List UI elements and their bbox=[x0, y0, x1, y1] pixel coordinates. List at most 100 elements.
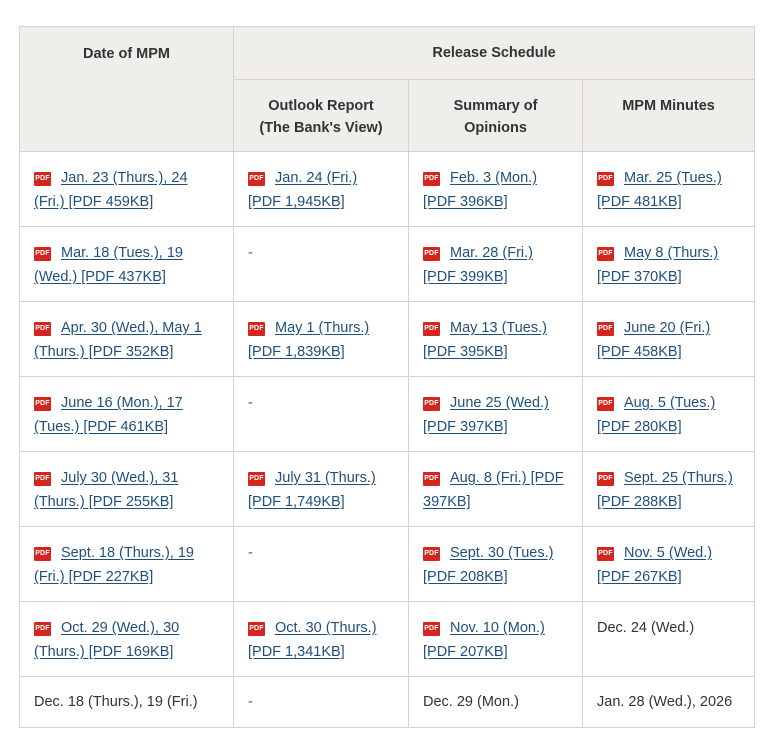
mpm-minutes-header: MPM Minutes bbox=[581, 79, 756, 152]
date-cell: Dec. 18 (Thurs.), 19 (Fri.) bbox=[19, 676, 234, 728]
no-outlook-dash: - bbox=[248, 545, 253, 561]
outlook-header-line1: Outlook Report bbox=[268, 98, 374, 114]
no-outlook-dash: - bbox=[248, 245, 253, 261]
summary-header-line1: Summary of bbox=[453, 98, 538, 114]
pdf-icon: PDF bbox=[423, 622, 440, 636]
date-cell: PDF July 30 (Wed.), 31 (Thurs.) [PDF 255K… bbox=[19, 451, 234, 527]
pdf-icon: PDF bbox=[34, 547, 51, 561]
pdf-icon: PDF bbox=[248, 622, 265, 636]
minutes-cell: PDF Mar. 25 (Tues.) [PDF 481KB] bbox=[581, 151, 756, 227]
pdf-icon: PDF bbox=[597, 547, 614, 561]
mpm-minutes-link[interactable]: Aug. 5 (Tues.) [PDF 280KB] bbox=[597, 395, 715, 435]
outlook-cell: - bbox=[233, 376, 409, 452]
mpm-minutes-link[interactable]: Nov. 5 (Wed.) [PDF 267KB] bbox=[597, 545, 712, 585]
summary-of-opinions-link[interactable]: Nov. 10 (Mon.) [PDF 207KB] bbox=[423, 620, 545, 660]
summary-date-text: Dec. 29 (Mon.) bbox=[423, 694, 519, 710]
outlook-cell: PDF Jan. 24 (Fri.) [PDF 1,945KB] bbox=[233, 151, 409, 227]
outlook-report-header: Outlook Report (The Bank's View) bbox=[233, 79, 409, 152]
pdf-icon: PDF bbox=[34, 397, 51, 411]
pdf-icon: PDF bbox=[423, 322, 440, 336]
pdf-icon: PDF bbox=[248, 322, 265, 336]
table-row: PDF July 30 (Wed.), 31 (Thurs.) [PDF 255K… bbox=[19, 451, 756, 527]
mpm-date-link[interactable]: July 30 (Wed.), 31 (Thurs.) [PDF 255KB] bbox=[34, 470, 178, 510]
mpm-date-text: Dec. 18 (Thurs.), 19 (Fri.) bbox=[34, 694, 198, 710]
outlook-cell: - bbox=[233, 526, 409, 602]
summary-of-opinions-header: Summary of Opinions bbox=[408, 79, 583, 152]
pdf-icon: PDF bbox=[423, 397, 440, 411]
pdf-icon: PDF bbox=[423, 472, 440, 486]
summary-of-opinions-link[interactable]: June 25 (Wed.) [PDF 397KB] bbox=[423, 395, 549, 435]
summary-cell: PDF Sept. 30 (Tues.) [PDF 208KB] bbox=[408, 526, 583, 602]
outlook-report-link[interactable]: May 1 (Thurs.) [PDF 1,839KB] bbox=[248, 320, 369, 360]
summary-cell: PDF Aug. 8 (Fri.) [PDF 397KB] bbox=[408, 451, 583, 527]
minutes-cell: PDF Aug. 5 (Tues.) [PDF 280KB] bbox=[581, 376, 756, 452]
table-row: Dec. 18 (Thurs.), 19 (Fri.) - Dec. 29 (M… bbox=[19, 676, 756, 728]
date-cell: PDF Apr. 30 (Wed.), May 1 (Thurs.) [PDF 3… bbox=[19, 301, 234, 377]
mpm-date-link[interactable]: Oct. 29 (Wed.), 30 (Thurs.) [PDF 169KB] bbox=[34, 620, 179, 660]
pdf-icon: PDF bbox=[597, 247, 614, 261]
outlook-cell: - bbox=[233, 676, 409, 728]
date-of-mpm-header: Date of MPM bbox=[19, 26, 234, 152]
outlook-cell: PDF May 1 (Thurs.) [PDF 1,839KB] bbox=[233, 301, 409, 377]
minutes-cell: PDF Sept. 25 (Thurs.) [PDF 288KB] bbox=[581, 451, 756, 527]
mpm-date-link[interactable]: Jan. 23 (Thurs.), 24 (Fri.) [PDF 459KB] bbox=[34, 170, 188, 210]
table-row: PDF Oct. 29 (Wed.), 30 (Thurs.) [PDF 169K… bbox=[19, 601, 756, 677]
pdf-icon: PDF bbox=[423, 172, 440, 186]
date-cell: PDF June 16 (Mon.), 17 (Tues.) [PDF 461KB… bbox=[19, 376, 234, 452]
table-row: PDF Jan. 23 (Thurs.), 24 (Fri.) [PDF 459K… bbox=[19, 151, 756, 227]
pdf-icon: PDF bbox=[423, 547, 440, 561]
date-cell: PDF Sept. 18 (Thurs.), 19 (Fri.) [PDF 227… bbox=[19, 526, 234, 602]
mpm-date-link[interactable]: Mar. 18 (Tues.), 19 (Wed.) [PDF 437KB] bbox=[34, 245, 183, 285]
mpm-date-link[interactable]: June 16 (Mon.), 17 (Tues.) [PDF 461KB] bbox=[34, 395, 183, 435]
mpm-minutes-link[interactable]: Sept. 25 (Thurs.) [PDF 288KB] bbox=[597, 470, 733, 510]
pdf-icon: PDF bbox=[34, 322, 51, 336]
date-cell: PDF Oct. 29 (Wed.), 30 (Thurs.) [PDF 169K… bbox=[19, 601, 234, 677]
summary-cell: PDF Mar. 28 (Fri.) [PDF 399KB] bbox=[408, 226, 583, 302]
mpm-minutes-link[interactable]: May 8 (Thurs.) [PDF 370KB] bbox=[597, 245, 718, 285]
outlook-header-line2: (The Bank's View) bbox=[259, 120, 383, 136]
pdf-icon: PDF bbox=[597, 472, 614, 486]
pdf-icon: PDF bbox=[597, 322, 614, 336]
mpm-date-link[interactable]: Sept. 18 (Thurs.), 19 (Fri.) [PDF 227KB] bbox=[34, 545, 194, 585]
summary-cell: PDF June 25 (Wed.) [PDF 397KB] bbox=[408, 376, 583, 452]
outlook-report-link[interactable]: Oct. 30 (Thurs.) [PDF 1,341KB] bbox=[248, 620, 377, 660]
mpm-minutes-link[interactable]: Mar. 25 (Tues.) [PDF 481KB] bbox=[597, 170, 722, 210]
pdf-icon: PDF bbox=[597, 397, 614, 411]
pdf-icon: PDF bbox=[248, 472, 265, 486]
summary-of-opinions-link[interactable]: Sept. 30 (Tues.) [PDF 208KB] bbox=[423, 545, 553, 585]
table-row: PDF Apr. 30 (Wed.), May 1 (Thurs.) [PDF 3… bbox=[19, 301, 756, 377]
summary-of-opinions-link[interactable]: Aug. 8 (Fri.) [PDF 397KB] bbox=[423, 470, 564, 510]
summary-cell: PDF May 13 (Tues.) [PDF 395KB] bbox=[408, 301, 583, 377]
pdf-icon: PDF bbox=[34, 172, 51, 186]
outlook-cell: - bbox=[233, 226, 409, 302]
header-row-top: Date of MPM Release Schedule bbox=[19, 26, 756, 152]
mpm-date-link[interactable]: Apr. 30 (Wed.), May 1 (Thurs.) [PDF 352K… bbox=[34, 320, 202, 360]
outlook-report-link[interactable]: July 31 (Thurs.) [PDF 1,749KB] bbox=[248, 470, 376, 510]
table-row: PDF Sept. 18 (Thurs.), 19 (Fri.) [PDF 227… bbox=[19, 526, 756, 602]
summary-cell: PDF Nov. 10 (Mon.) [PDF 207KB] bbox=[408, 601, 583, 677]
no-outlook-dash: - bbox=[248, 694, 253, 710]
minutes-cell: PDF June 20 (Fri.) [PDF 458KB] bbox=[581, 301, 756, 377]
pdf-icon: PDF bbox=[34, 472, 51, 486]
pdf-icon: PDF bbox=[597, 172, 614, 186]
table-row: PDF June 16 (Mon.), 17 (Tues.) [PDF 461KB… bbox=[19, 376, 756, 452]
summary-of-opinions-link[interactable]: Feb. 3 (Mon.) [PDF 396KB] bbox=[423, 170, 537, 210]
mpm-schedule-table: Date of MPM Release Schedule Outlook Rep… bbox=[19, 26, 756, 728]
minutes-date-text: Jan. 28 (Wed.), 2026 bbox=[597, 694, 733, 710]
pdf-icon: PDF bbox=[248, 172, 265, 186]
outlook-cell: PDF July 31 (Thurs.) [PDF 1,749KB] bbox=[233, 451, 409, 527]
no-outlook-dash: - bbox=[248, 395, 253, 411]
minutes-cell: PDF May 8 (Thurs.) [PDF 370KB] bbox=[581, 226, 756, 302]
outlook-cell: PDF Oct. 30 (Thurs.) [PDF 1,341KB] bbox=[233, 601, 409, 677]
minutes-cell: Jan. 28 (Wed.), 2026 bbox=[581, 676, 756, 728]
summary-cell: PDF Feb. 3 (Mon.) [PDF 396KB] bbox=[408, 151, 583, 227]
release-schedule-header: Release Schedule bbox=[232, 26, 756, 80]
minutes-cell: Dec. 24 (Wed.) bbox=[581, 601, 756, 677]
pdf-icon: PDF bbox=[423, 247, 440, 261]
pdf-icon: PDF bbox=[34, 622, 51, 636]
table-row: PDF Mar. 18 (Tues.), 19 (Wed.) [PDF 437KB… bbox=[19, 226, 756, 302]
summary-of-opinions-link[interactable]: May 13 (Tues.) [PDF 395KB] bbox=[423, 320, 547, 360]
summary-header-line2: Opinions bbox=[464, 120, 527, 136]
date-cell: PDF Mar. 18 (Tues.), 19 (Wed.) [PDF 437KB… bbox=[19, 226, 234, 302]
summary-cell: Dec. 29 (Mon.) bbox=[408, 676, 583, 728]
